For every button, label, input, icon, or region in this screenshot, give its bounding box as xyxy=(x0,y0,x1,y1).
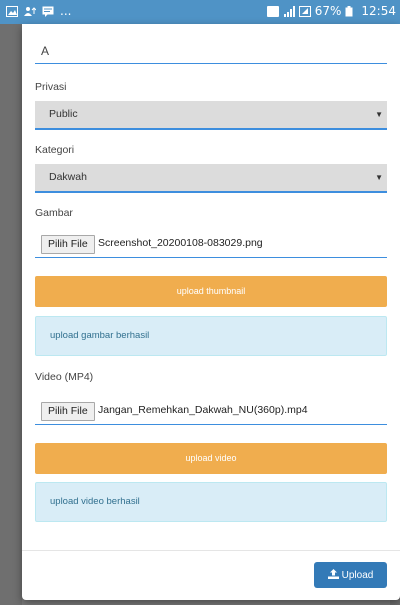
category-label: Kategori xyxy=(35,144,75,156)
choose-video-button[interactable]: Pilih File xyxy=(41,402,95,421)
upload-button[interactable]: Upload xyxy=(314,562,387,588)
clock: 12:54 xyxy=(361,4,396,18)
status-bar: ... 67% 12:54 xyxy=(0,0,400,24)
more-notifications-text: ... xyxy=(60,4,72,18)
image-file-name: Screenshot_20200108-083029.png xyxy=(98,237,263,249)
battery-icon xyxy=(345,5,357,17)
privacy-label: Privasi xyxy=(35,81,67,93)
video-label: Video (MP4) xyxy=(35,371,94,383)
privacy-selected-value: Public xyxy=(49,108,78,120)
video-file-name: Jangan_Remehkan_Dakwah_NU(360p).mp4 xyxy=(98,404,308,416)
sim-icon xyxy=(266,5,279,17)
video-upload-success-alert: upload video berhasil xyxy=(35,482,387,522)
image-file-input: Pilih File Screenshot_20200108-083029.pn… xyxy=(35,235,387,258)
title-input[interactable]: A xyxy=(35,40,387,64)
signal-icon xyxy=(283,5,295,17)
upload-button-label: Upload xyxy=(341,569,374,581)
dropdown-caret-icon: ▼ xyxy=(375,110,383,119)
message-notification-icon xyxy=(42,6,54,17)
dropdown-caret-icon: ▼ xyxy=(375,173,383,182)
privacy-select[interactable]: Public ▼ xyxy=(35,101,387,130)
choose-image-button[interactable]: Pilih File xyxy=(41,235,95,254)
user-upload-notification-icon xyxy=(24,6,37,17)
upload-icon xyxy=(327,568,339,582)
upload-thumbnail-button[interactable]: upload thumbnail xyxy=(35,276,387,307)
upload-dialog: A Privasi Public ▼ Kategori Dakwah ▼ Gam… xyxy=(22,24,400,600)
video-file-input: Pilih File Jangan_Remehkan_Dakwah_NU(360… xyxy=(35,402,387,425)
category-selected-value: Dakwah xyxy=(49,171,87,183)
upload-video-button[interactable]: upload video xyxy=(35,443,387,474)
footer-divider xyxy=(22,550,400,551)
image-upload-success-alert: upload gambar berhasil xyxy=(35,316,387,356)
category-select[interactable]: Dakwah ▼ xyxy=(35,164,387,193)
background-edge-left xyxy=(0,24,22,605)
data-signal-icon xyxy=(298,5,311,17)
image-label: Gambar xyxy=(35,207,73,219)
battery-percent: 67% xyxy=(314,4,342,18)
gallery-notification-icon xyxy=(6,5,18,17)
